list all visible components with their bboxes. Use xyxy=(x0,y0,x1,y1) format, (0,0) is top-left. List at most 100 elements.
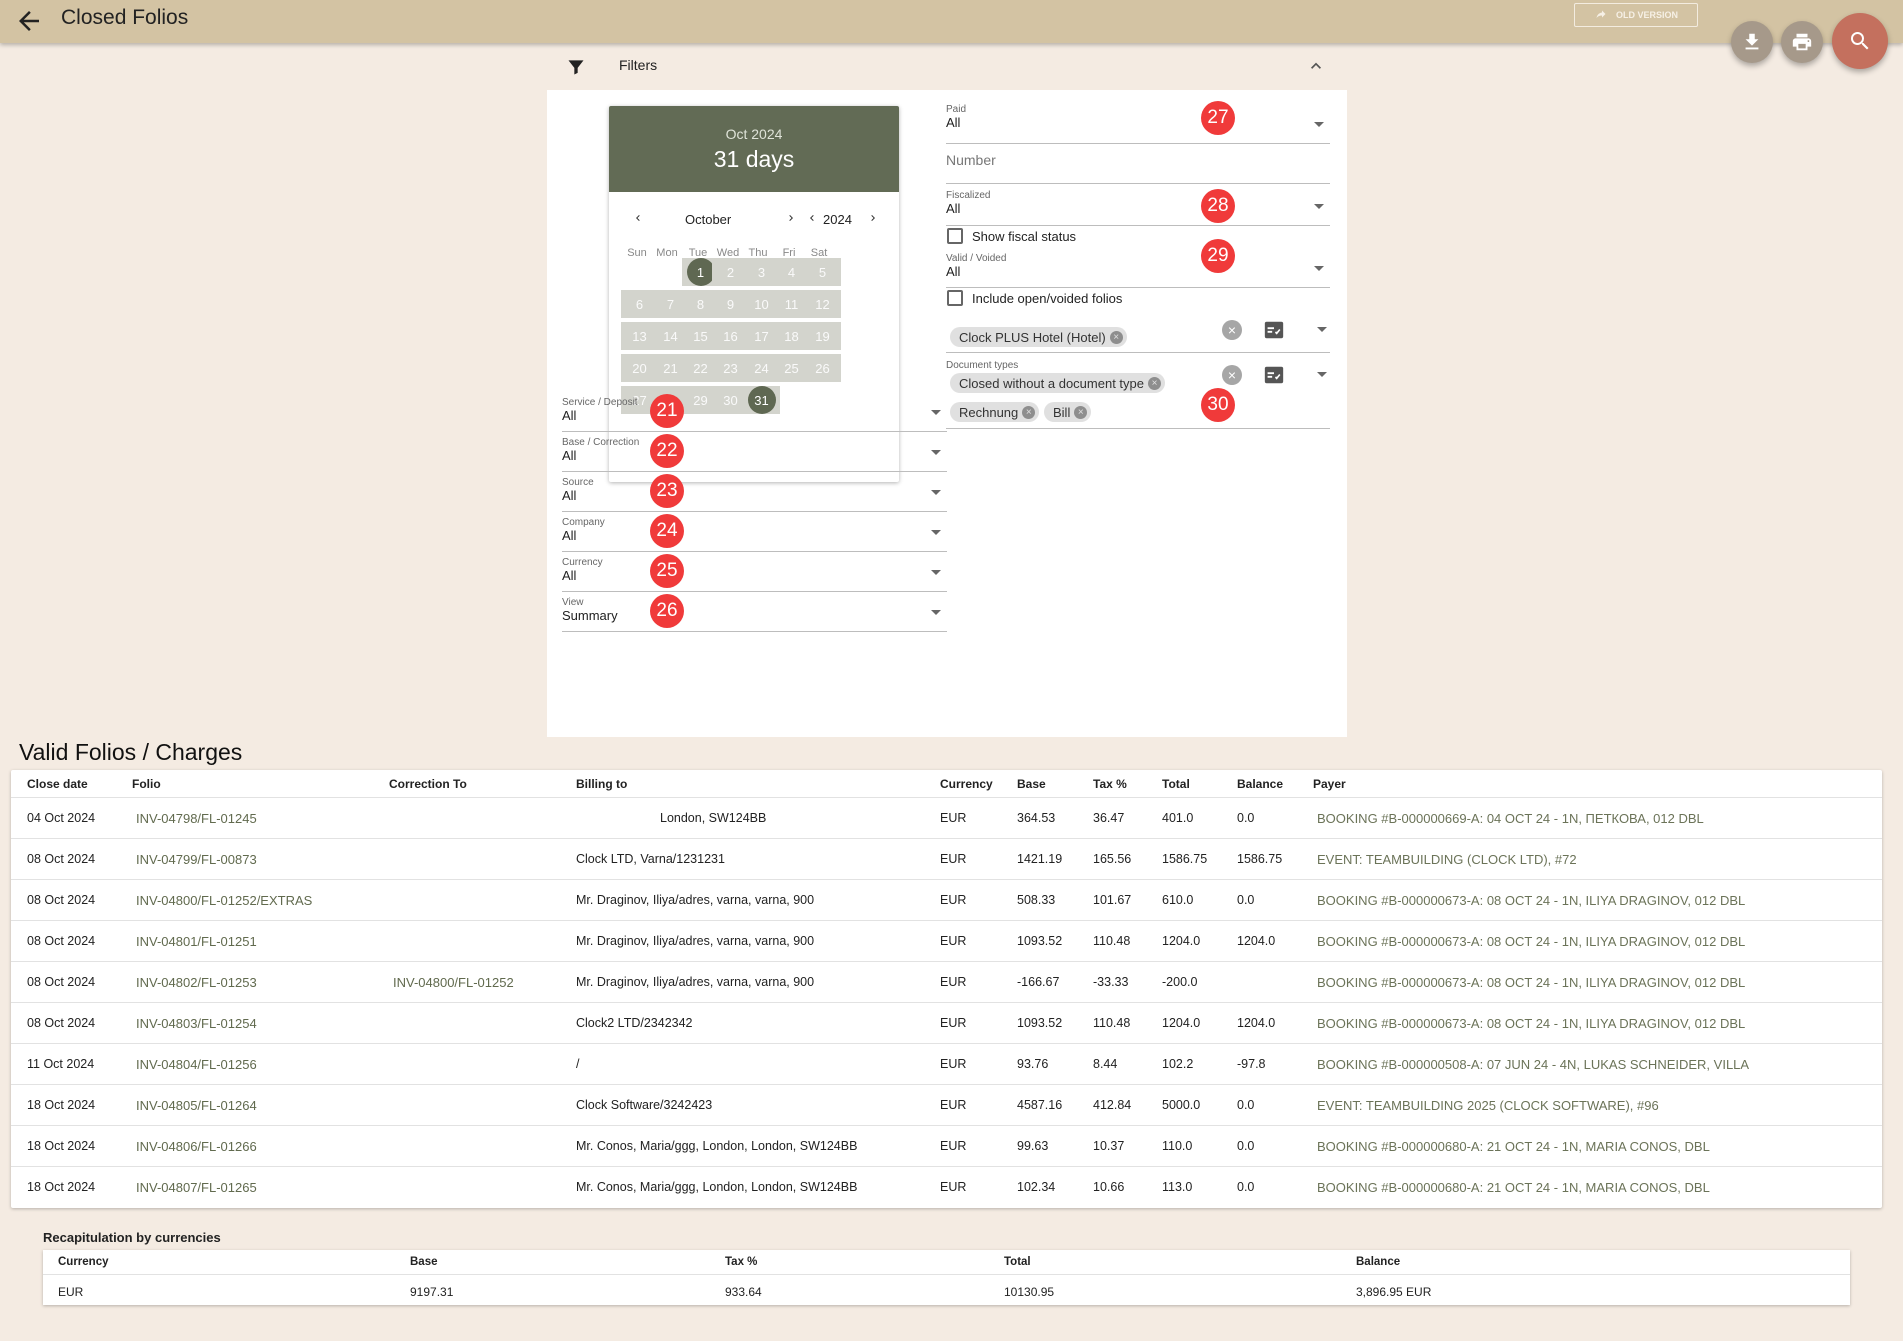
cell-payer[interactable]: BOOKING #B-000000673-A: 08 OCT 24 - 1N, … xyxy=(1317,1016,1745,1031)
cell-payer[interactable]: EVENT: TEAMBUILDING (CLOCK LTD), #72 xyxy=(1317,852,1577,867)
print-button[interactable] xyxy=(1781,21,1823,63)
old-version-button[interactable]: OLD VERSION xyxy=(1574,3,1698,27)
service-deposit-select[interactable]: Service / Deposit All xyxy=(562,397,947,432)
calendar-month-name[interactable]: October xyxy=(685,212,731,227)
fiscalized-select[interactable]: Fiscalized All xyxy=(946,190,1330,226)
cell-folio[interactable]: INV-04802/FL-01253 xyxy=(136,975,257,990)
cell-correction-to[interactable]: INV-04800/FL-01252 xyxy=(393,975,514,990)
table-row[interactable]: 08 Oct 2024 INV-04802/FL-01253 INV-04800/F… xyxy=(11,961,1882,1002)
cell-folio[interactable]: INV-04801/FL-01251 xyxy=(136,934,257,949)
cell-folio[interactable]: INV-04804/FL-01256 xyxy=(136,1057,257,1072)
currency-value: All xyxy=(562,568,577,583)
recap-cell-total: 10130.95 xyxy=(1004,1285,1055,1299)
prev-month-icon[interactable] xyxy=(630,210,646,226)
column-header-payer[interactable]: Payer xyxy=(1313,777,1346,791)
checkbox-box[interactable] xyxy=(947,228,963,244)
day-label: 14 xyxy=(663,328,678,344)
number-input[interactable] xyxy=(946,152,1330,168)
source-select[interactable]: Source All xyxy=(562,477,947,512)
valid-voided-value: All xyxy=(946,264,961,279)
table-row[interactable]: 18 Oct 2024 INV-04806/FL-01266 Mr. Conos, … xyxy=(11,1125,1882,1166)
calendar-day[interactable]: 19 xyxy=(804,322,841,350)
search-button[interactable] xyxy=(1832,13,1888,69)
cell-folio[interactable]: INV-04803/FL-01254 xyxy=(136,1016,257,1031)
calendar-day[interactable]: 5 xyxy=(804,258,841,286)
cell-close-date: 11 Oct 2024 xyxy=(27,1057,95,1071)
paid-select[interactable]: Paid All xyxy=(946,104,1330,144)
cell-payer[interactable]: BOOKING #B-000000669-A: 04 OCT 24 - 1N, … xyxy=(1317,811,1704,826)
document-type-chip[interactable]: Bill × xyxy=(1044,402,1092,422)
column-header-total[interactable]: Total xyxy=(1162,777,1190,791)
cell-currency: EUR xyxy=(940,1180,967,1194)
column-header-folio[interactable]: Folio xyxy=(132,777,161,791)
document-type-chip[interactable]: Closed without a document type × xyxy=(950,373,1165,393)
cell-payer[interactable]: BOOKING #B-000000673-A: 08 OCT 24 - 1N, … xyxy=(1317,975,1745,990)
annotation-badge-24: 24 xyxy=(650,514,684,548)
table-row[interactable]: 08 Oct 2024 INV-04800/FL-01252/EXTRAS Mr. … xyxy=(11,879,1882,920)
cell-payer[interactable]: BOOKING #B-000000673-A: 08 OCT 24 - 1N, … xyxy=(1317,934,1745,949)
cell-payer[interactable]: BOOKING #B-000000673-A: 08 OCT 24 - 1N, … xyxy=(1317,893,1745,908)
cell-close-date: 08 Oct 2024 xyxy=(27,1016,96,1030)
next-month-icon[interactable] xyxy=(783,210,799,226)
table-row[interactable]: 04 Oct 2024 INV-04798/FL-01245 London, SW1… xyxy=(11,797,1882,838)
filters-header[interactable]: Filters xyxy=(547,48,1347,88)
table-row[interactable]: 18 Oct 2024 INV-04807/FL-01265 Mr. Conos, … xyxy=(11,1166,1882,1207)
chip-remove-icon[interactable]: × xyxy=(1022,405,1036,419)
chevron-down-icon[interactable] xyxy=(1317,372,1327,377)
column-header-billing-to[interactable]: Billing to xyxy=(576,777,627,791)
column-header-currency[interactable]: Currency xyxy=(940,777,993,791)
checkbox-box[interactable] xyxy=(947,290,963,306)
cell-payer[interactable]: BOOKING #B-000000680-A: 21 OCT 24 - 1N, … xyxy=(1317,1139,1710,1154)
number-field[interactable] xyxy=(946,152,1330,184)
table-row[interactable]: 18 Oct 2024 INV-04805/FL-01264 Clock Softw… xyxy=(11,1084,1882,1125)
document-type-chip[interactable]: Rechnung × xyxy=(950,402,1040,422)
cell-folio[interactable]: INV-04799/FL-00873 xyxy=(136,852,257,867)
day-label: 24 xyxy=(754,360,769,376)
calendar-year[interactable]: 2024 xyxy=(823,212,852,227)
back-arrow-icon[interactable] xyxy=(14,6,44,36)
chevron-up-icon[interactable] xyxy=(1306,56,1326,81)
column-header-balance[interactable]: Balance xyxy=(1237,777,1283,791)
table-row[interactable]: 08 Oct 2024 INV-04803/FL-01254 Clock2 LTD/… xyxy=(11,1002,1882,1043)
company-select[interactable]: Company All xyxy=(562,517,947,552)
calendar-day[interactable]: 26 xyxy=(804,354,841,382)
annotation-badge-29: 29 xyxy=(1201,239,1235,273)
column-header-close-date[interactable]: Close date xyxy=(27,777,88,791)
property-chip[interactable]: Clock PLUS Hotel (Hotel) × xyxy=(950,327,1127,347)
show-fiscal-status-checkbox[interactable]: Show fiscal status xyxy=(947,228,1076,244)
cell-folio[interactable]: INV-04807/FL-01265 xyxy=(136,1180,257,1195)
column-header-tax[interactable]: Tax % xyxy=(1093,777,1127,791)
cell-folio[interactable]: INV-04798/FL-01245 xyxy=(136,811,257,826)
chevron-down-icon xyxy=(1314,122,1324,127)
cell-folio[interactable]: INV-04806/FL-01266 xyxy=(136,1139,257,1154)
cell-folio[interactable]: INV-04800/FL-01252/EXTRAS xyxy=(136,893,312,908)
chevron-down-icon[interactable] xyxy=(1317,327,1327,332)
clear-icon[interactable]: × xyxy=(1222,365,1242,385)
valid-voided-select[interactable]: Valid / Voided All xyxy=(946,253,1330,288)
annotation-badge-21: 21 xyxy=(650,394,684,428)
chip-remove-icon[interactable]: × xyxy=(1109,330,1123,344)
cell-payer[interactable]: BOOKING #B-000000680-A: 21 OCT 24 - 1N, … xyxy=(1317,1180,1710,1195)
table-row[interactable]: 08 Oct 2024 INV-04799/FL-00873 Clock LTD, … xyxy=(11,838,1882,879)
cell-billing-to: Clock2 LTD/2342342 xyxy=(576,1016,693,1030)
cell-folio[interactable]: INV-04805/FL-01264 xyxy=(136,1098,257,1113)
column-header-correction-to[interactable]: Correction To xyxy=(389,777,467,791)
cell-payer[interactable]: EVENT: TEAMBUILDING 2025 (CLOCK SOFTWARE… xyxy=(1317,1098,1659,1113)
view-select[interactable]: View Summary xyxy=(562,597,947,632)
checklist-icon[interactable] xyxy=(1263,319,1285,346)
currency-select[interactable]: Currency All xyxy=(562,557,947,592)
column-header-base[interactable]: Base xyxy=(1017,777,1046,791)
clear-icon[interactable]: × xyxy=(1222,320,1242,340)
prev-year-icon[interactable] xyxy=(804,210,820,226)
chip-remove-icon[interactable]: × xyxy=(1148,376,1161,390)
include-open-voided-checkbox[interactable]: Include open/voided folios xyxy=(947,290,1122,306)
download-button[interactable] xyxy=(1731,21,1773,63)
cell-payer[interactable]: BOOKING #B-000000508-A: 07 JUN 24 - 4N, … xyxy=(1317,1057,1749,1072)
table-row[interactable]: 11 Oct 2024 INV-04804/FL-01256 / EUR 93.76 8.… xyxy=(11,1043,1882,1084)
checklist-icon[interactable] xyxy=(1263,364,1285,391)
next-year-icon[interactable] xyxy=(865,210,881,226)
calendar-day[interactable]: 12 xyxy=(804,290,841,318)
table-row[interactable]: 08 Oct 2024 INV-04801/FL-01251 Mr. Dragino… xyxy=(11,920,1882,961)
chip-remove-icon[interactable]: × xyxy=(1074,405,1088,419)
base-correction-select[interactable]: Base / Correction All xyxy=(562,437,947,472)
